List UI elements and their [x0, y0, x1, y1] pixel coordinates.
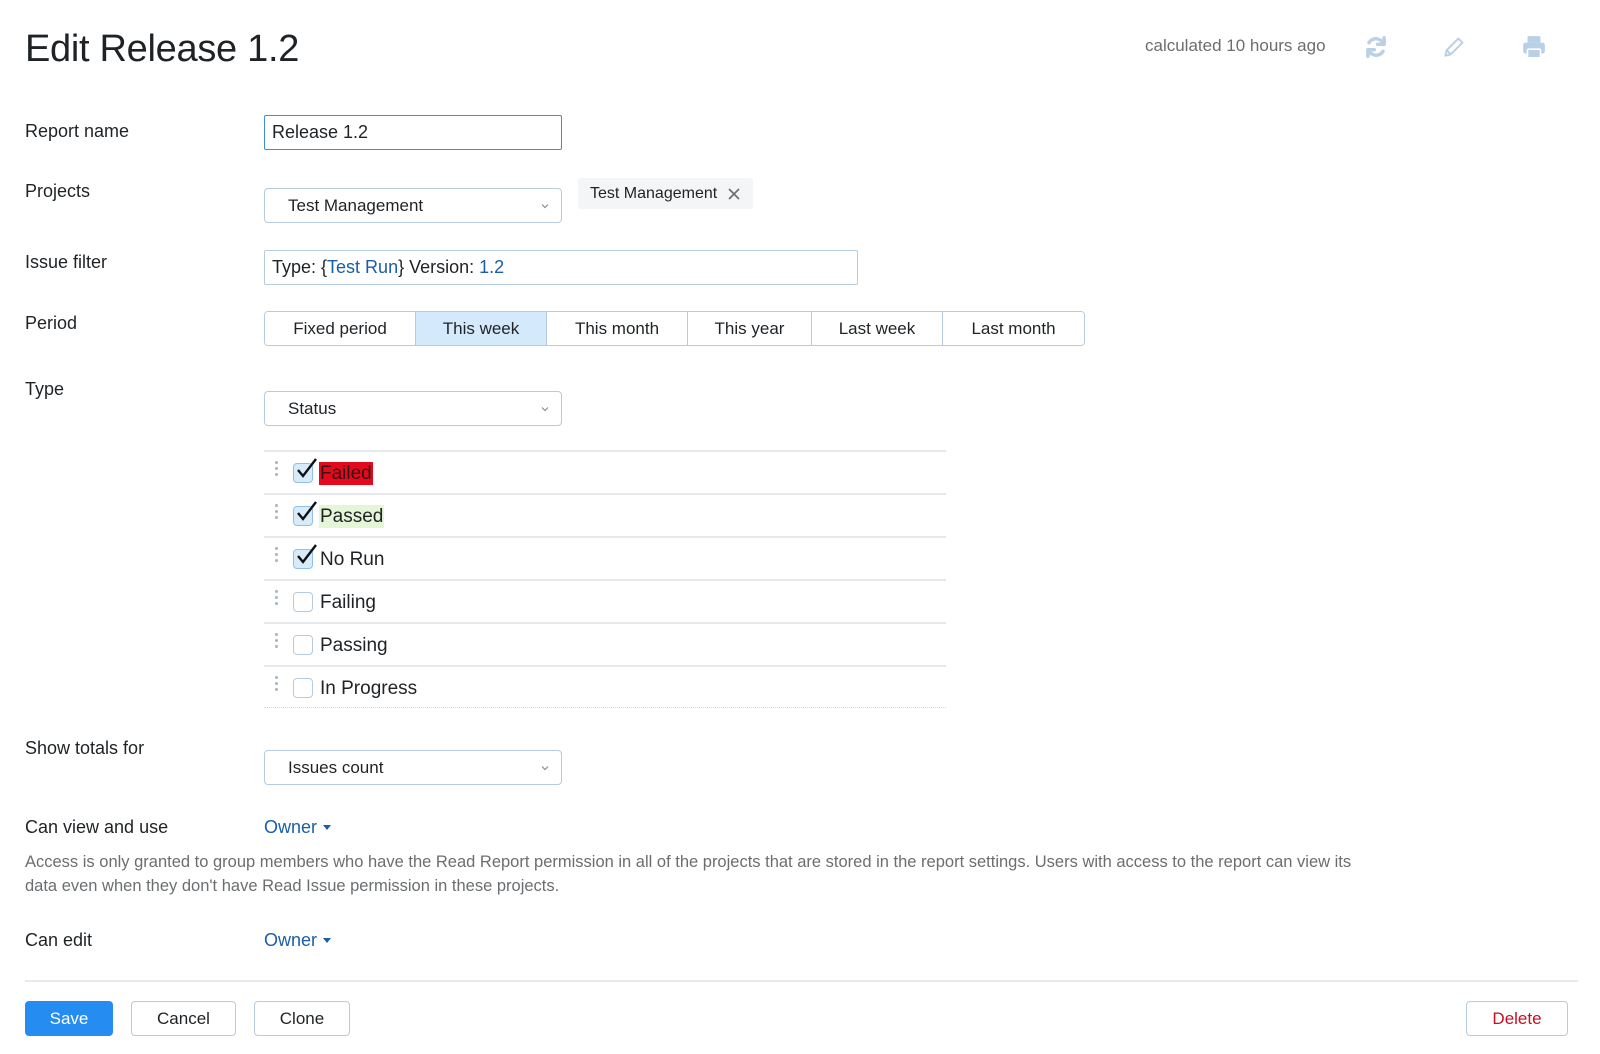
- period-this-year[interactable]: This year: [688, 312, 812, 345]
- drag-handle-icon[interactable]: [274, 547, 280, 567]
- status-checkbox-passed[interactable]: [293, 501, 317, 526]
- report-name-label: Report name: [25, 121, 130, 141]
- status-checkbox-failed[interactable]: [293, 458, 317, 483]
- status-row-passing: Passing: [264, 622, 946, 665]
- type-label: Type: [25, 379, 65, 399]
- period-label: Period: [25, 313, 78, 333]
- can-edit-label: Can edit: [25, 930, 93, 950]
- query-text: } Version:: [398, 257, 480, 277]
- query-value: Test Run: [327, 257, 399, 277]
- can-view-label: Can view and use: [25, 817, 169, 837]
- caret-down-icon: [323, 938, 332, 943]
- caret-down-icon: [323, 825, 332, 830]
- can-view-value: Owner: [264, 817, 318, 837]
- status-label-in-progress: In Progress: [320, 678, 418, 699]
- chevron-down-icon: [541, 204, 549, 209]
- status-row-in-progress: In Progress: [264, 665, 946, 708]
- status-row-failed: Failed: [264, 450, 946, 493]
- status-label-passed: Passed: [319, 505, 385, 528]
- period-last-week[interactable]: Last week: [812, 312, 943, 345]
- status-label-no-run: No Run: [320, 549, 385, 570]
- close-icon[interactable]: [727, 187, 741, 201]
- pencil-icon[interactable]: [1441, 34, 1467, 60]
- status-label-passing: Passing: [320, 635, 388, 656]
- period-this-month[interactable]: This month: [547, 312, 688, 345]
- can-edit-value: Owner: [264, 930, 318, 950]
- save-button[interactable]: Save: [25, 1001, 113, 1036]
- footer-divider: [25, 980, 1578, 982]
- status-row-passed: Passed: [264, 493, 946, 536]
- checkmark-icon: [297, 501, 317, 521]
- type-select-value: Status: [288, 398, 337, 418]
- refresh-icon[interactable]: [1363, 34, 1389, 60]
- period-this-week[interactable]: This week: [416, 312, 547, 345]
- period-last-month[interactable]: Last month: [943, 312, 1084, 345]
- drag-handle-icon[interactable]: [274, 504, 280, 524]
- drag-handle-icon[interactable]: [274, 633, 280, 653]
- access-help-text: Access is only granted to group members …: [25, 853, 1352, 895]
- type-select[interactable]: Status: [264, 391, 562, 426]
- period-fixed-period[interactable]: Fixed period: [265, 312, 416, 345]
- issue-filter-input[interactable]: Type: {Test Run} Version: 1.2: [264, 250, 858, 285]
- status-list: Failed Passed No Run Failing Passing In …: [264, 450, 946, 708]
- clone-button[interactable]: Clone: [254, 1001, 350, 1036]
- period-button-group: Fixed period This week This month This y…: [264, 311, 1085, 346]
- checkmark-icon: [297, 458, 317, 478]
- delete-button[interactable]: Delete: [1466, 1001, 1568, 1036]
- calculated-status: calculated 10 hours ago: [1145, 36, 1326, 55]
- drag-handle-icon[interactable]: [274, 461, 280, 481]
- status-checkbox-in-progress[interactable]: [293, 678, 313, 698]
- chevron-down-icon: [541, 407, 549, 412]
- status-checkbox-no-run[interactable]: [293, 544, 317, 569]
- projects-label: Projects: [25, 181, 91, 201]
- query-value: 1.2: [479, 257, 505, 277]
- can-view-dropdown[interactable]: Owner: [264, 817, 332, 838]
- chevron-down-icon: [541, 766, 549, 771]
- projects-select-value: Test Management: [288, 195, 424, 215]
- status-row-no-run: No Run: [264, 536, 946, 579]
- status-row-failing: Failing: [264, 579, 946, 622]
- status-label-failed: Failed: [319, 462, 373, 485]
- projects-select[interactable]: Test Management: [264, 188, 562, 223]
- show-totals-label: Show totals for: [25, 738, 145, 758]
- can-edit-dropdown[interactable]: Owner: [264, 930, 332, 951]
- report-name-input[interactable]: [264, 115, 562, 150]
- checkmark-icon: [297, 544, 317, 564]
- project-tag-label: Test Management: [590, 184, 718, 202]
- cancel-button[interactable]: Cancel: [131, 1001, 236, 1036]
- project-tag: Test Management: [578, 178, 754, 209]
- show-totals-select[interactable]: Issues count: [264, 750, 562, 785]
- status-checkbox-passing[interactable]: [293, 635, 313, 655]
- query-text: Type: {: [272, 257, 328, 277]
- status-checkbox-failing[interactable]: [293, 592, 313, 612]
- page-title: Edit Release 1.2: [25, 28, 300, 70]
- issue-filter-label: Issue filter: [25, 252, 108, 272]
- drag-handle-icon[interactable]: [274, 590, 280, 610]
- print-icon[interactable]: [1521, 34, 1547, 60]
- drag-handle-icon[interactable]: [274, 676, 280, 696]
- status-label-failing: Failing: [320, 592, 376, 613]
- show-totals-select-value: Issues count: [288, 757, 384, 777]
